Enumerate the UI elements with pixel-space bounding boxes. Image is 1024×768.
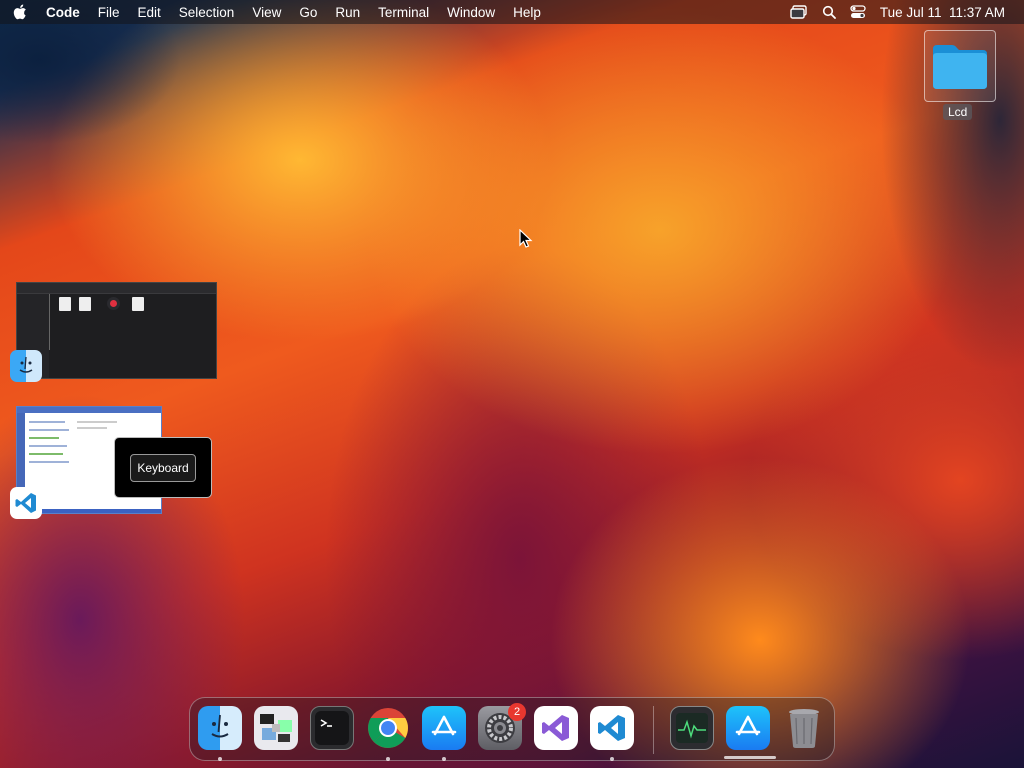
- thumbnail-divider: [49, 294, 50, 350]
- thumbnail-line: [29, 445, 67, 447]
- thumbnail-line: [29, 429, 69, 431]
- control-center-icon[interactable]: [850, 5, 866, 19]
- dock: 2: [189, 697, 835, 761]
- menu-terminal[interactable]: Terminal: [369, 5, 438, 20]
- activity-monitor-icon[interactable]: [670, 706, 714, 750]
- thumbnail-line: [29, 437, 59, 439]
- keyboard-popup: Keyboard: [114, 437, 212, 498]
- thumbnail-line: [77, 427, 107, 429]
- terminal-icon[interactable]: [310, 706, 354, 750]
- vscode-icon[interactable]: [10, 487, 42, 519]
- app-file-icon: [107, 297, 120, 310]
- desktop-wallpaper: [0, 0, 1024, 768]
- dock-separator: [653, 706, 654, 754]
- visual-studio-icon[interactable]: [534, 706, 578, 750]
- menu-edit[interactable]: Edit: [129, 5, 170, 20]
- screenshot-utility-icon[interactable]: [254, 706, 298, 750]
- menu-run[interactable]: Run: [326, 5, 369, 20]
- mouse-pointer-icon: [519, 229, 533, 248]
- menu-clock[interactable]: Tue Jul 11 11:37 AM: [880, 5, 1005, 20]
- menu-window[interactable]: Window: [438, 5, 504, 20]
- downloads-progress-indicator: [724, 756, 776, 759]
- keyboard-button[interactable]: Keyboard: [130, 453, 196, 482]
- finder-icon[interactable]: [198, 706, 242, 750]
- thumbnail-titlebar: [17, 407, 161, 413]
- thumbnail-line: [77, 421, 117, 423]
- running-indicator: [610, 757, 614, 761]
- vscode-icon[interactable]: [590, 706, 634, 750]
- screen-mirroring-icon[interactable]: [790, 5, 808, 19]
- trash-icon[interactable]: [782, 706, 826, 750]
- finder-icon[interactable]: [10, 350, 42, 382]
- spotlight-search-icon[interactable]: [822, 5, 836, 19]
- menu-bar: Code File Edit Selection View Go Run Ter…: [0, 0, 1024, 24]
- thumbnail-line: [29, 461, 69, 463]
- running-indicator: [442, 757, 446, 761]
- menu-view[interactable]: View: [243, 5, 290, 20]
- chrome-icon[interactable]: [366, 706, 410, 750]
- desktop-folder[interactable]: [924, 30, 996, 102]
- desktop-folder-label[interactable]: Lcd: [943, 104, 973, 120]
- app-store-icon[interactable]: [422, 706, 466, 750]
- running-indicator: [386, 757, 390, 761]
- menu-file[interactable]: File: [89, 5, 129, 20]
- file-icon: [132, 297, 144, 311]
- app-store-downloads-icon[interactable]: [726, 706, 770, 750]
- folder-icon: [933, 45, 987, 89]
- menu-app-name[interactable]: Code: [40, 5, 89, 20]
- thumbnail-line: [29, 453, 63, 455]
- thumbnail-titlebar: [17, 283, 216, 294]
- thumbnail-line: [29, 421, 65, 423]
- menu-help[interactable]: Help: [504, 5, 550, 20]
- file-icon: [59, 297, 71, 311]
- finder-window-thumbnail[interactable]: [16, 282, 217, 379]
- menu-selection[interactable]: Selection: [170, 5, 244, 20]
- running-indicator: [218, 757, 222, 761]
- menu-go[interactable]: Go: [290, 5, 326, 20]
- apple-menu-icon[interactable]: [0, 4, 40, 20]
- notification-badge: 2: [508, 703, 526, 721]
- file-icon: [79, 297, 91, 311]
